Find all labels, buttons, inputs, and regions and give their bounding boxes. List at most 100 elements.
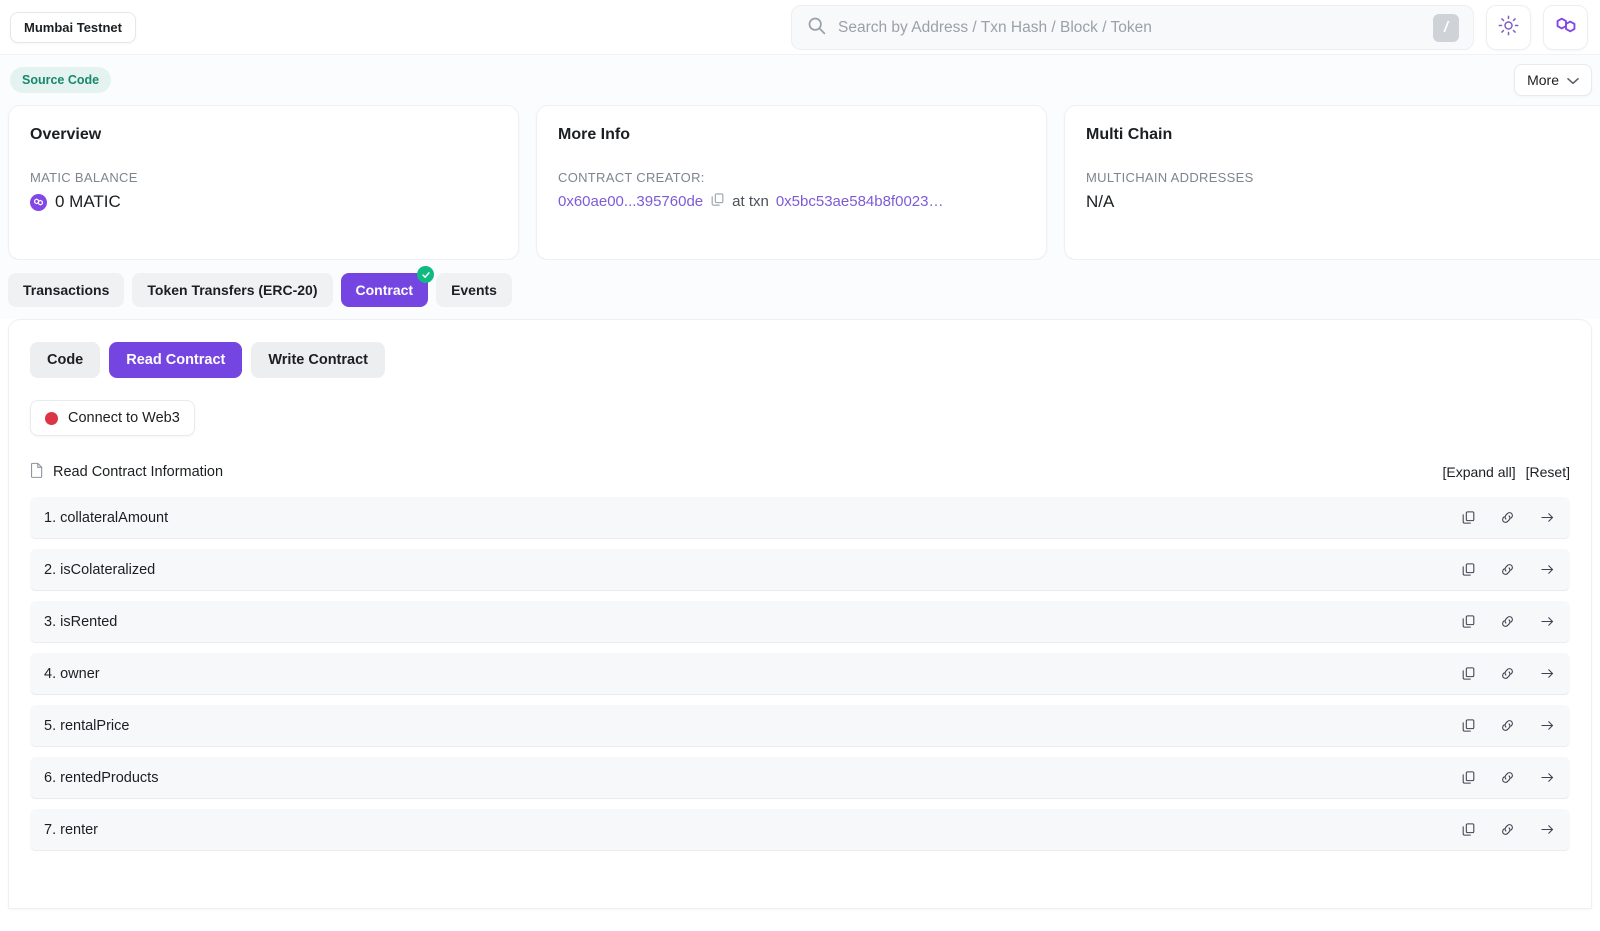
read-contract-function-list: 1. collateralAmount 2. isColateralized 3… xyxy=(30,497,1570,851)
sun-icon xyxy=(1498,15,1519,41)
arrow-right-icon[interactable] xyxy=(1539,718,1556,733)
arrow-right-icon[interactable] xyxy=(1539,770,1556,785)
matic-balance-row: 0 MATIC xyxy=(30,192,497,212)
source-code-badge[interactable]: Source Code xyxy=(10,67,112,93)
row-actions xyxy=(1461,614,1556,629)
contract-creator-row: 0x60ae00...395760de at txn 0x5bc53ae584b… xyxy=(558,192,1025,211)
copy-icon[interactable] xyxy=(1461,562,1476,577)
theme-toggle-button[interactable] xyxy=(1486,5,1531,50)
more-info-card-title: More Info xyxy=(558,126,630,143)
row-actions xyxy=(1461,822,1556,837)
read-contract-header: Read Contract Information [Expand all] [… xyxy=(30,460,1570,484)
at-txn-text: at txn xyxy=(732,193,769,210)
sub-header: Source Code More xyxy=(0,55,1600,105)
tab-contract-label: Contract xyxy=(355,282,414,298)
link-icon[interactable] xyxy=(1499,718,1516,733)
read-contract-header-actions: [Expand all] [Reset] xyxy=(1442,464,1570,480)
contract-creator-address-link[interactable]: 0x60ae00...395760de xyxy=(558,193,703,210)
row-actions xyxy=(1461,770,1556,785)
row-actions xyxy=(1461,666,1556,681)
top-bar: Mumbai Testnet / xyxy=(0,0,1600,55)
table-row[interactable]: 3. isRented xyxy=(30,601,1570,643)
matic-balance-value: 0 MATIC xyxy=(55,192,121,211)
arrow-right-icon[interactable] xyxy=(1539,614,1556,629)
search-shortcut-key: / xyxy=(1433,13,1459,42)
arrow-right-icon[interactable] xyxy=(1539,822,1556,837)
subtab-write-contract[interactable]: Write Contract xyxy=(251,342,385,378)
document-icon xyxy=(30,462,44,483)
overview-card: Overview MATIC BALANCE 0 MATIC xyxy=(8,105,519,260)
search-box[interactable]: / xyxy=(791,5,1474,50)
table-row[interactable]: 1. collateralAmount xyxy=(30,497,1570,539)
tab-events[interactable]: Events xyxy=(436,273,512,307)
row-actions xyxy=(1461,510,1556,525)
connect-to-web3-label: Connect to Web3 xyxy=(68,410,180,426)
function-name: 5. rentalPrice xyxy=(44,717,130,734)
row-actions xyxy=(1461,718,1556,733)
tab-contract[interactable]: Contract xyxy=(340,266,435,307)
reset-link[interactable]: [Reset] xyxy=(1526,464,1570,480)
table-row[interactable]: 5. rentalPrice xyxy=(30,705,1570,747)
copy-icon[interactable] xyxy=(710,192,725,211)
function-name: 1. collateralAmount xyxy=(44,509,169,526)
subtab-write-contract-label: Write Contract xyxy=(268,352,368,368)
more-button-label: More xyxy=(1527,72,1559,88)
function-name: 4. owner xyxy=(44,665,100,682)
creation-txn-hash-link[interactable]: 0x5bc53ae584b8f0023… xyxy=(776,193,944,210)
copy-icon[interactable] xyxy=(1461,718,1476,733)
table-row[interactable]: 4. owner xyxy=(30,653,1570,695)
copy-icon[interactable] xyxy=(1461,770,1476,785)
chevron-down-icon xyxy=(1567,72,1579,88)
multi-chain-card-title: Multi Chain xyxy=(1086,126,1173,143)
arrow-right-icon[interactable] xyxy=(1539,562,1556,577)
link-icon[interactable] xyxy=(1499,666,1516,681)
arrow-right-icon[interactable] xyxy=(1539,666,1556,681)
topbar-right-group: / xyxy=(791,5,1588,50)
table-row[interactable]: 2. isColateralized xyxy=(30,549,1570,591)
link-icon[interactable] xyxy=(1499,770,1516,785)
copy-icon[interactable] xyxy=(1461,614,1476,629)
more-button[interactable]: More xyxy=(1514,64,1592,96)
function-name: 3. isRented xyxy=(44,613,118,630)
matic-token-icon xyxy=(30,193,47,211)
link-icon[interactable] xyxy=(1499,562,1516,577)
function-name: 6. rentedProducts xyxy=(44,769,159,786)
subtab-code-label: Code xyxy=(47,352,84,368)
function-name: 7. renter xyxy=(44,821,98,838)
copy-icon[interactable] xyxy=(1461,666,1476,681)
search-input[interactable] xyxy=(838,18,1422,37)
subtab-read-contract[interactable]: Read Contract xyxy=(109,342,243,378)
read-contract-header-left: Read Contract Information xyxy=(30,462,223,483)
expand-all-link[interactable]: [Expand all] xyxy=(1442,464,1515,480)
contract-verified-badge xyxy=(417,266,435,283)
link-icon[interactable] xyxy=(1499,510,1516,525)
polygon-logo-icon xyxy=(1554,14,1578,41)
subtab-code[interactable]: Code xyxy=(30,342,101,378)
overview-card-title: Overview xyxy=(30,126,102,143)
copy-icon[interactable] xyxy=(1461,822,1476,837)
table-row[interactable]: 6. rentedProducts xyxy=(30,757,1570,799)
matic-balance-label: MATIC BALANCE xyxy=(30,170,138,185)
read-contract-information-title: Read Contract Information xyxy=(53,464,224,480)
table-row[interactable]: 7. renter xyxy=(30,809,1570,851)
contract-subtabs: Code Read Contract Write Contract xyxy=(30,342,1570,378)
brand-button[interactable] xyxy=(1543,5,1588,50)
link-icon[interactable] xyxy=(1499,614,1516,629)
multichain-addresses-value: N/A xyxy=(1086,192,1115,211)
copy-icon[interactable] xyxy=(1461,510,1476,525)
tab-transactions[interactable]: Transactions xyxy=(8,273,125,307)
arrow-right-icon[interactable] xyxy=(1539,510,1556,525)
link-icon[interactable] xyxy=(1499,822,1516,837)
tab-token-transfers-label: Token Transfers (ERC-20) xyxy=(147,282,318,298)
check-icon xyxy=(421,267,431,283)
network-chip[interactable]: Mumbai Testnet xyxy=(10,11,136,43)
row-actions xyxy=(1461,562,1556,577)
main-tabs: Transactions Token Transfers (ERC-20) Co… xyxy=(0,260,1600,319)
contract-creator-label: CONTRACT CREATOR: xyxy=(558,170,705,185)
function-name: 2. isColateralized xyxy=(44,561,156,578)
tab-transactions-label: Transactions xyxy=(23,282,110,298)
subtab-read-contract-label: Read Contract xyxy=(126,352,226,368)
multichain-addresses-label: MULTICHAIN ADDRESSES xyxy=(1086,170,1254,185)
connect-to-web3-button[interactable]: Connect to Web3 xyxy=(30,400,195,436)
tab-token-transfers[interactable]: Token Transfers (ERC-20) xyxy=(132,273,333,307)
